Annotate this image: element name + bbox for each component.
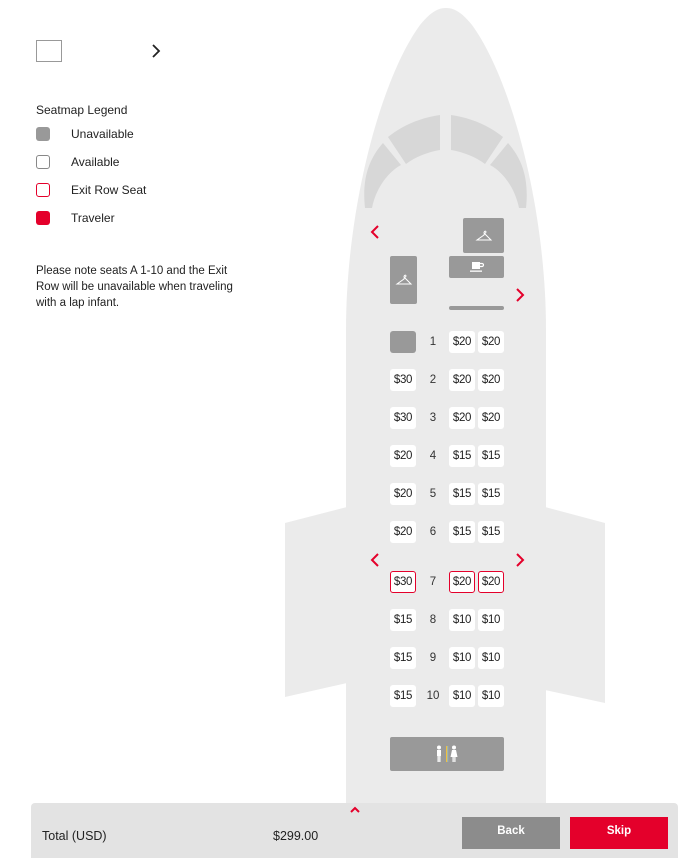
seat[interactable]: $10 (478, 609, 504, 631)
seat[interactable]: $20 (390, 483, 416, 505)
seat[interactable]: $10 (478, 685, 504, 707)
row-number: 7 (429, 576, 437, 588)
row-number: 5 (429, 488, 437, 500)
exit-row-seat[interactable]: $20 (478, 571, 504, 593)
seat[interactable]: $30 (390, 407, 416, 429)
seat[interactable]: $10 (449, 685, 475, 707)
seat[interactable]: $15 (449, 521, 475, 543)
right-wing (545, 507, 605, 703)
seat[interactable]: $10 (449, 647, 475, 669)
seat[interactable]: $10 (478, 647, 504, 669)
expand-summary-icon[interactable] (348, 805, 362, 815)
seat[interactable]: $20 (478, 331, 504, 353)
seat[interactable]: $15 (449, 445, 475, 467)
exit-row-seat[interactable]: $30 (390, 571, 416, 593)
seat[interactable]: $20 (449, 369, 475, 391)
row-number: 4 (429, 450, 437, 462)
row-number: 1 (429, 336, 437, 348)
seat[interactable]: $15 (478, 445, 504, 467)
seat[interactable]: $20 (390, 521, 416, 543)
total-label: Total (USD) (42, 829, 107, 843)
row-number: 9 (429, 652, 437, 664)
seat[interactable]: $20 (478, 369, 504, 391)
exit-row-seat[interactable]: $20 (449, 571, 475, 593)
skip-button[interactable]: Skip (570, 817, 668, 849)
fuselage (346, 8, 546, 858)
seat[interactable]: $10 (449, 609, 475, 631)
total-value: $299.00 (273, 829, 319, 843)
galley (449, 256, 504, 278)
seat[interactable]: $15 (478, 521, 504, 543)
restroom-icon (437, 745, 458, 762)
seat[interactable]: $15 (390, 647, 416, 669)
aircraft-outline (285, 8, 605, 858)
left-wing (285, 507, 347, 697)
unavailable-seat (390, 331, 416, 353)
seat[interactable]: $30 (390, 369, 416, 391)
closet-left (390, 256, 417, 304)
hanger-icon (394, 274, 412, 285)
seat[interactable]: $20 (390, 445, 416, 467)
seat[interactable]: $20 (478, 407, 504, 429)
seat[interactable]: $20 (449, 331, 475, 353)
row-number: 8 (429, 614, 437, 626)
back-button[interactable]: Back (462, 817, 560, 849)
footer-bar: Total (USD) $299.00 Back Skip (31, 803, 678, 858)
coffee-cup-icon (469, 262, 484, 272)
seat[interactable]: $15 (390, 685, 416, 707)
row-number: 6 (429, 526, 437, 538)
seat[interactable]: $15 (449, 483, 475, 505)
seat[interactable]: $15 (390, 609, 416, 631)
hanger-icon (474, 230, 492, 240)
prev-exit-arrow[interactable] (368, 552, 382, 568)
bulkhead (449, 306, 504, 310)
closet-right (463, 218, 504, 253)
row-number: 10 (426, 690, 440, 702)
next-section-arrow[interactable] (513, 287, 527, 303)
row-number: 2 (429, 374, 437, 386)
prev-section-arrow[interactable] (368, 224, 382, 240)
seat[interactable]: $15 (478, 483, 504, 505)
lavatory (390, 737, 504, 771)
row-number: 3 (429, 412, 437, 424)
seat[interactable]: $20 (449, 407, 475, 429)
next-exit-arrow[interactable] (513, 552, 527, 568)
